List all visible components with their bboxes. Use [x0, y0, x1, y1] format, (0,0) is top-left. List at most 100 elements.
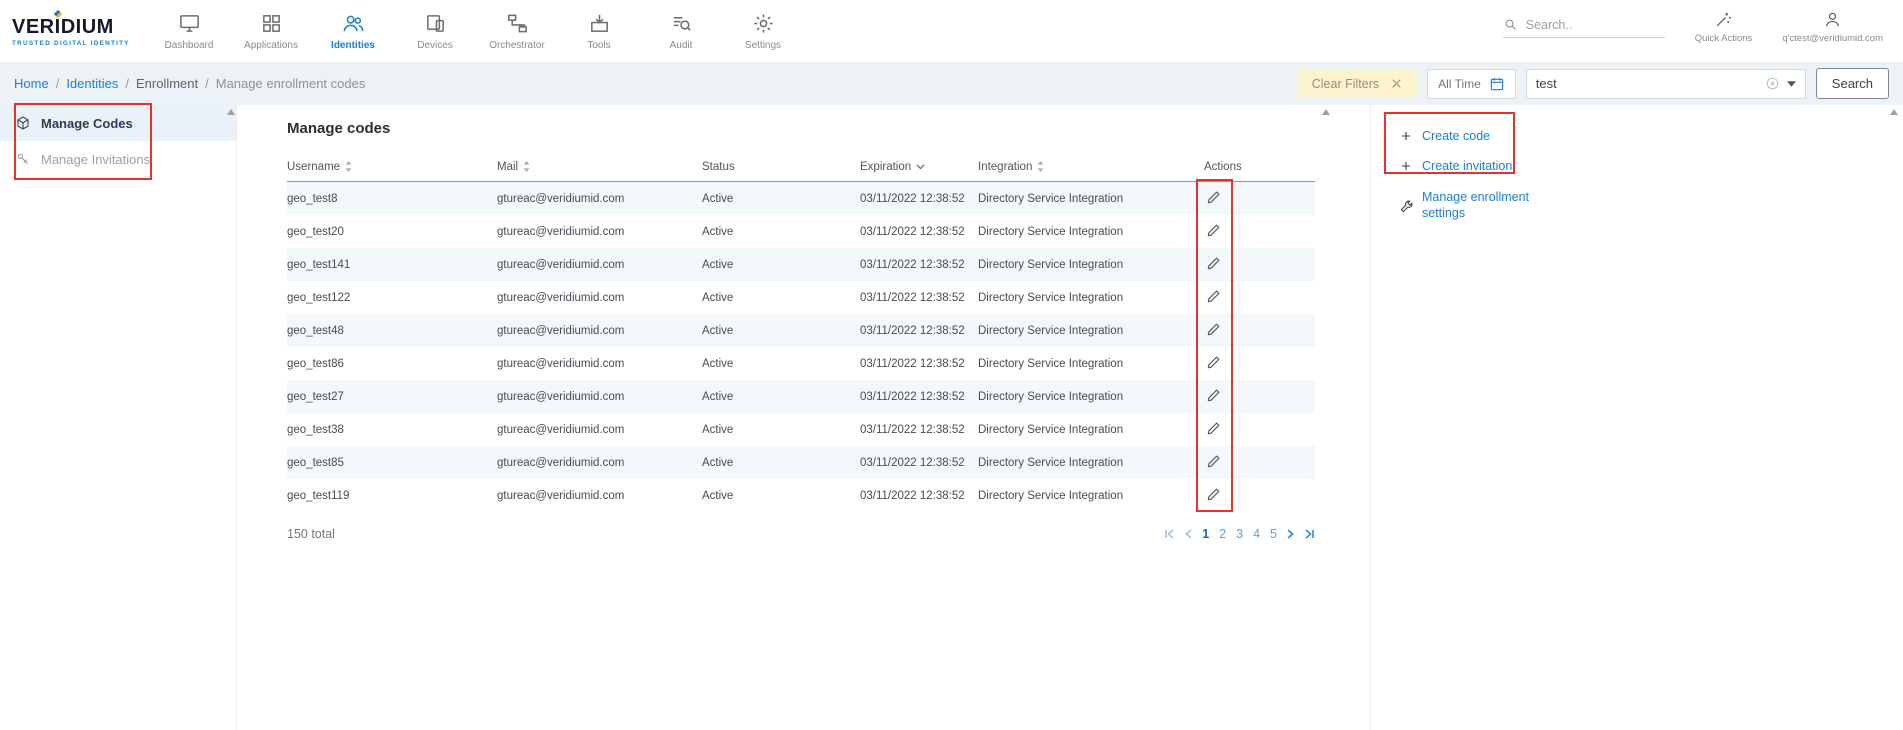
nav-item-settings[interactable]: Settings: [722, 0, 804, 62]
page-next-icon: [1287, 529, 1294, 539]
quick-actions-button[interactable]: Quick Actions: [1695, 10, 1753, 44]
sidebar-item-manage-codes[interactable]: Manage Codes: [0, 105, 236, 141]
cell-status: Active: [702, 424, 860, 436]
veridium-logo[interactable]: VERIDIUM TRUSTED DIGITAL IDENTITY: [12, 15, 134, 47]
left-sidebar: Manage Codes Manage Invitations: [0, 105, 237, 730]
table-row: geo_test8gtureac@veridiumid.comActive03/…: [287, 182, 1315, 215]
pagination-next-button[interactable]: [1287, 529, 1294, 539]
cell-status: Active: [702, 457, 860, 469]
edit-code-button[interactable]: [1204, 419, 1223, 441]
sidebar-item-label: Manage Codes: [41, 116, 133, 131]
pagination-page-3[interactable]: 3: [1236, 527, 1243, 541]
scrollbar-up-icon[interactable]: [1322, 109, 1330, 115]
time-range-label: All Time: [1438, 77, 1481, 91]
column-header-integration[interactable]: Integration: [978, 161, 1186, 173]
user-icon: [1823, 10, 1842, 29]
column-header-expiration[interactable]: Expiration: [860, 161, 978, 173]
nav-item-applications[interactable]: Applications: [230, 0, 312, 62]
manage-enrollment-settings-link[interactable]: Manage enrollment settings: [1399, 189, 1544, 221]
pagination-first-button[interactable]: [1164, 529, 1175, 539]
nav-item-tools[interactable]: Tools: [558, 0, 640, 62]
filter-search-input[interactable]: [1536, 76, 1758, 91]
topnav-items: DashboardApplicationsIdentities Devices Or…: [148, 0, 804, 62]
table-footer: 150 total 12345: [287, 527, 1315, 541]
cell-actions: [1186, 287, 1315, 309]
logo-tagline: TRUSTED DIGITAL IDENTITY: [12, 40, 134, 47]
table-row: geo_test119gtureac@veridiumid.comActive0…: [287, 479, 1315, 512]
time-range-button[interactable]: All Time: [1427, 69, 1516, 99]
edit-code-button[interactable]: [1204, 221, 1223, 243]
column-header-username[interactable]: Username: [287, 161, 497, 173]
cell-actions: [1186, 320, 1315, 342]
pencil-icon: [1206, 421, 1221, 436]
pagination-page-5[interactable]: 5: [1270, 527, 1277, 541]
edit-code-button[interactable]: [1204, 485, 1223, 507]
nav-item-orchestrator[interactable]: Orchestrator: [476, 0, 558, 62]
cell-integration: Directory Service Integration: [978, 490, 1186, 502]
column-header-status: Status: [702, 161, 860, 173]
cell-mail: gtureac@veridiumid.com: [497, 391, 702, 403]
breadcrumb-separator: /: [125, 76, 129, 91]
pagination-last-button[interactable]: [1304, 529, 1315, 539]
clear-filters-button[interactable]: Clear Filters: [1298, 69, 1417, 98]
edit-code-button[interactable]: [1204, 188, 1223, 210]
account-menu[interactable]: q'ctest@veridiumid.com: [1782, 10, 1883, 44]
cell-status: Active: [702, 325, 860, 337]
pencil-icon: [1206, 454, 1221, 469]
breadcrumb-item-enrollment: Enrollment: [136, 76, 198, 91]
pagination-page-4[interactable]: 4: [1253, 527, 1260, 541]
breadcrumb-item-home[interactable]: Home: [14, 76, 49, 91]
pagination-prev-button[interactable]: [1185, 529, 1192, 539]
nav-item-dashboard[interactable]: Dashboard: [148, 0, 230, 62]
action-link-label: Create invitation: [1422, 159, 1512, 173]
scrollbar-up-icon[interactable]: [227, 109, 235, 115]
edit-code-button[interactable]: [1204, 320, 1223, 342]
clear-input-icon[interactable]: [1765, 76, 1780, 91]
breadcrumb-item-identities[interactable]: Identities: [66, 76, 118, 91]
pagination-page-1[interactable]: 1: [1202, 527, 1209, 541]
cell-expiration: 03/11/2022 12:38:52: [860, 424, 978, 436]
manage-enrollment-settings-label: Manage enrollment settings: [1422, 189, 1544, 221]
cell-status: Active: [702, 259, 860, 271]
edit-code-button[interactable]: [1204, 254, 1223, 276]
edit-code-button[interactable]: [1204, 287, 1223, 309]
pencil-icon: [1206, 289, 1221, 304]
cell-integration: Directory Service Integration: [978, 259, 1186, 271]
create-invitation-link[interactable]: Create invitation: [1399, 151, 1903, 181]
chevron-down-icon[interactable]: [1787, 81, 1796, 87]
edit-code-button[interactable]: [1204, 353, 1223, 375]
cell-expiration: 03/11/2022 12:38:52: [860, 490, 978, 502]
nav-label: Devices: [417, 40, 453, 51]
cell-integration: Directory Service Integration: [978, 358, 1186, 370]
table-row: geo_test38gtureac@veridiumid.comActive03…: [287, 413, 1315, 446]
close-icon[interactable]: [1390, 77, 1403, 90]
cell-username: geo_test119: [287, 490, 497, 502]
cell-expiration: 03/11/2022 12:38:52: [860, 292, 978, 304]
nav-item-audit[interactable]: Audit: [640, 0, 722, 62]
column-label: Status: [702, 161, 735, 173]
top-navigation: VERIDIUM TRUSTED DIGITAL IDENTITY Dashbo…: [0, 0, 1903, 62]
create-code-link[interactable]: Create code: [1399, 121, 1903, 151]
pencil-icon: [1206, 487, 1221, 502]
sidebar-item-manage-invitations[interactable]: Manage Invitations: [0, 141, 236, 177]
column-header-mail[interactable]: Mail: [497, 161, 702, 173]
edit-code-button[interactable]: [1204, 386, 1223, 408]
nav-item-devices[interactable]: Devices: [394, 0, 476, 62]
nav-item-identities[interactable]: Identities: [312, 0, 394, 62]
nav-label: Orchestrator: [489, 40, 545, 51]
topnav-right: Quick Actions q'ctest@veridiumid.com: [1503, 10, 1903, 52]
search-button[interactable]: Search: [1816, 68, 1889, 99]
grid-icon: [260, 12, 283, 35]
edit-code-button[interactable]: [1204, 452, 1223, 474]
scrollbar-up-icon[interactable]: [1890, 109, 1898, 115]
users-icon: [342, 12, 365, 35]
cell-username: geo_test48: [287, 325, 497, 337]
sort-both-icon: [345, 161, 352, 172]
pagination-page-2[interactable]: 2: [1219, 527, 1226, 541]
global-search-input[interactable]: [1526, 18, 1638, 32]
cell-status: Active: [702, 292, 860, 304]
sort-both-icon: [1037, 161, 1044, 172]
table-row: geo_test27gtureac@veridiumid.comActive03…: [287, 380, 1315, 413]
calendar-icon: [1489, 76, 1505, 92]
table-row: geo_test48gtureac@veridiumid.comActive03…: [287, 314, 1315, 347]
